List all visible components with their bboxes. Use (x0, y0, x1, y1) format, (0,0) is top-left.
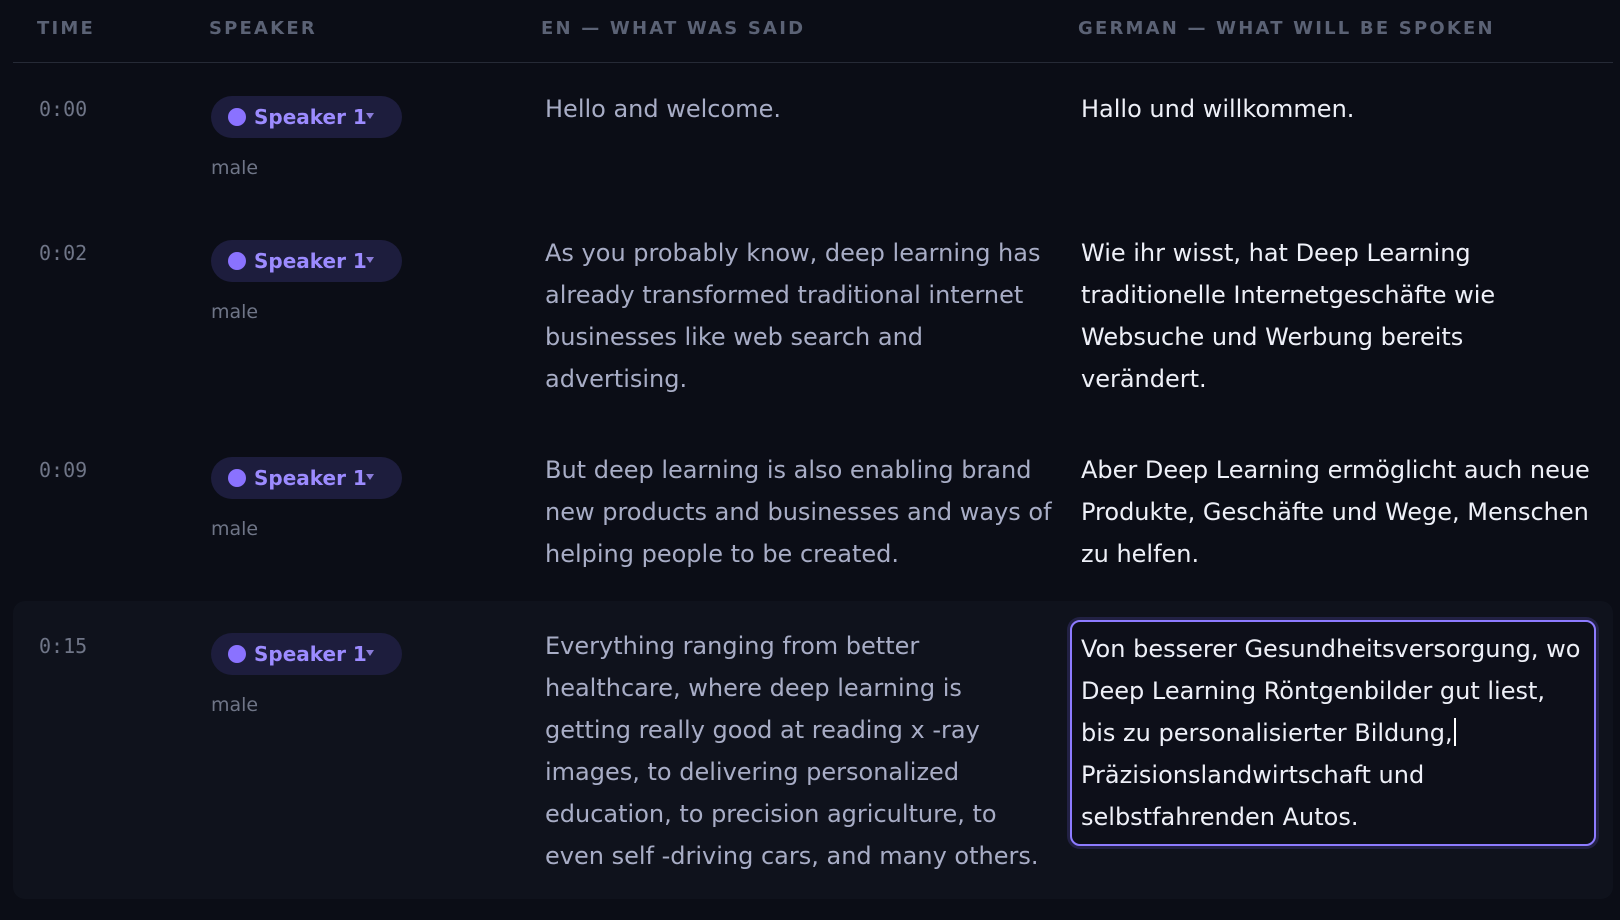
speaker-name: Speaker 1 (254, 642, 367, 666)
translation-text[interactable]: Hallo und willkommen. (1081, 88, 1591, 130)
table-row: 0:09 Speaker 1 male But deep learning is… (13, 431, 1613, 591)
editor-text-after-cursor: Präzisionslandwirtschaft und selbstfahre… (1081, 761, 1425, 831)
speaker-color-dot (228, 108, 246, 126)
column-header-speaker: SPEAKER (209, 18, 317, 39)
transcript-editor: TIME SPEAKER EN — WHAT WAS SAID GERMAN —… (0, 0, 1620, 920)
text-cursor (1453, 718, 1456, 746)
speaker-selector[interactable]: Speaker 1 (211, 633, 402, 675)
table-row-active: 0:15 Speaker 1 male Everything ranging f… (13, 601, 1613, 899)
speaker-selector[interactable]: Speaker 1 (211, 457, 402, 499)
column-header-time: TIME (37, 18, 95, 39)
translation-text[interactable]: Aber Deep Learning ermöglicht auch neue … (1081, 449, 1591, 575)
source-text: As you probably know, deep learning has … (545, 239, 1041, 393)
speaker-gender: male (211, 157, 259, 179)
column-header-target: GERMAN — WHAT WILL BE SPOKEN (1078, 18, 1495, 39)
chevron-down-icon (366, 650, 374, 656)
row-timestamp: 0:15 (39, 634, 88, 658)
speaker-selector[interactable]: Speaker 1 (211, 240, 402, 282)
translation-text-editor[interactable]: Von besserer Gesundheitsversorgung, wo D… (1070, 620, 1596, 846)
speaker-name: Speaker 1 (254, 466, 367, 490)
speaker-gender: male (211, 694, 259, 716)
chevron-down-icon (366, 257, 374, 263)
row-timestamp: 0:09 (39, 458, 88, 482)
editor-text-before-cursor: Von besserer Gesundheitsversorgung, wo D… (1081, 635, 1581, 747)
speaker-color-dot (228, 469, 246, 487)
speaker-name: Speaker 1 (254, 249, 367, 273)
column-header-source: EN — WHAT WAS SAID (541, 18, 806, 39)
speaker-name: Speaker 1 (254, 105, 367, 129)
source-text: Everything ranging from better healthcar… (545, 632, 1039, 870)
table-row: 0:00 Speaker 1 male Hello and welcome. H… (13, 70, 1613, 202)
speaker-gender: male (211, 301, 259, 323)
chevron-down-icon (366, 113, 374, 119)
speaker-gender: male (211, 518, 259, 540)
table-header: TIME SPEAKER EN — WHAT WAS SAID GERMAN —… (13, 0, 1613, 63)
chevron-down-icon (366, 474, 374, 480)
translation-text[interactable]: Wie ihr wisst, hat Deep Learning traditi… (1081, 232, 1591, 400)
source-text: Hello and welcome. (545, 95, 781, 123)
speaker-color-dot (228, 252, 246, 270)
speaker-color-dot (228, 645, 246, 663)
table-row: 0:02 Speaker 1 male As you probably know… (13, 214, 1613, 414)
speaker-selector[interactable]: Speaker 1 (211, 96, 402, 138)
source-text: But deep learning is also enabling brand… (545, 456, 1052, 568)
row-timestamp: 0:02 (39, 241, 88, 265)
row-timestamp: 0:00 (39, 97, 88, 121)
